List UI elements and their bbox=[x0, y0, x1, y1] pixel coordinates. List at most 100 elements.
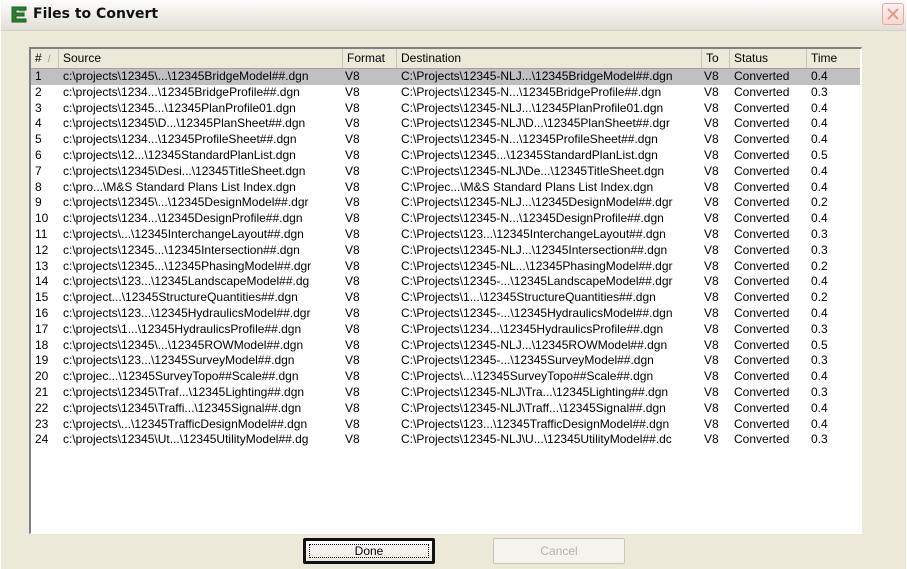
cancel-button[interactable]: Cancel bbox=[493, 538, 625, 564]
table-row[interactable]: 15 c:\project...\12345StructureQuantities… bbox=[31, 290, 860, 306]
format-cell: V8 bbox=[345, 400, 360, 415]
status-cell: Converted bbox=[734, 321, 790, 336]
list-rows: 1 c:\projects\12345\...\12345BridgeModel#… bbox=[31, 69, 860, 448]
table-row[interactable]: 17 c:\projects\1...\12345HydraulicsProfil… bbox=[31, 322, 860, 338]
column-header-source[interactable]: Source bbox=[59, 49, 343, 68]
done-button[interactable]: Done bbox=[303, 538, 435, 564]
to-format-cell: V8 bbox=[704, 195, 719, 210]
source-cell: c:\projects\12345\...\12345ROWModel##.dg… bbox=[63, 337, 304, 352]
time-cell: 0.3 bbox=[811, 384, 828, 399]
status-cell: Converted bbox=[734, 432, 790, 447]
column-header-number-label: # bbox=[35, 51, 42, 65]
format-cell: V8 bbox=[345, 258, 360, 273]
row-number-cell: 8 bbox=[35, 179, 42, 194]
table-row[interactable]: 8 c:\pro...\M&S Standard Plans List Index… bbox=[31, 180, 860, 196]
format-cell: V8 bbox=[345, 384, 360, 399]
table-row[interactable]: 2 c:\projects\1234...\12345BridgeProfile#… bbox=[31, 85, 860, 101]
table-row[interactable]: 4 c:\projects\12345\D...\12345PlanSheet##… bbox=[31, 116, 860, 132]
column-header-format[interactable]: Format bbox=[343, 49, 397, 68]
table-row[interactable]: 14 c:\projects\123...\12345LandscapeModel… bbox=[31, 274, 860, 290]
column-header-to[interactable]: To bbox=[702, 49, 730, 68]
format-cell: V8 bbox=[345, 226, 360, 241]
to-format-cell: V8 bbox=[704, 100, 719, 115]
format-cell: V8 bbox=[345, 305, 360, 320]
table-row[interactable]: 7 c:\projects\12345\Desi...\12345TitleShe… bbox=[31, 164, 860, 180]
to-format-cell: V8 bbox=[704, 353, 719, 368]
to-format-cell: V8 bbox=[704, 226, 719, 241]
status-cell: Converted bbox=[734, 163, 790, 178]
format-cell: V8 bbox=[345, 100, 360, 115]
table-row[interactable]: 10 c:\projects\1234...\12345DesignProfile… bbox=[31, 211, 860, 227]
column-header-status[interactable]: Status bbox=[730, 49, 807, 68]
table-row[interactable]: 16 c:\projects\123...\12345HydraulicsMode… bbox=[31, 306, 860, 322]
time-cell: 0.3 bbox=[811, 353, 828, 368]
time-cell: 0.4 bbox=[811, 69, 828, 83]
status-cell: Converted bbox=[734, 305, 790, 320]
column-header-number[interactable]: # / bbox=[31, 49, 59, 68]
time-cell: 0.2 bbox=[811, 290, 828, 305]
row-number-cell: 10 bbox=[35, 211, 49, 226]
row-number-cell: 5 bbox=[35, 132, 42, 147]
close-button[interactable] bbox=[882, 3, 904, 25]
time-cell: 0.3 bbox=[811, 321, 828, 336]
destination-cell: C:\Projects\12345-NLJ\Traff...\12345Sign… bbox=[401, 400, 666, 415]
time-cell: 0.4 bbox=[811, 132, 828, 147]
table-row[interactable]: 6 c:\projects\12...\12345StandardPlanList… bbox=[31, 148, 860, 164]
status-cell: Converted bbox=[734, 337, 790, 352]
status-cell: Converted bbox=[734, 211, 790, 226]
table-row[interactable]: 13 c:\projects\12345...\12345PhasingModel… bbox=[31, 259, 860, 275]
destination-cell: C:\Projects\12345-N...\12345BridgeProfil… bbox=[401, 84, 662, 99]
row-number-cell: 19 bbox=[35, 353, 49, 368]
source-cell: c:\projec...\12345SurveyTopo##Scale##.dg… bbox=[63, 369, 299, 384]
table-row[interactable]: 22 c:\projects\12345\Traffi...\12345Signa… bbox=[31, 401, 860, 417]
table-row[interactable]: 18 c:\projects\12345\...\12345ROWModel##.… bbox=[31, 338, 860, 354]
files-list-view[interactable]: # / Source Format Destination To Status T… bbox=[29, 47, 862, 534]
destination-cell: C:\Projects\12345-NLJ...\12345Intersecti… bbox=[401, 242, 668, 257]
format-cell: V8 bbox=[345, 290, 360, 305]
table-row[interactable]: 20 c:\projec...\12345SurveyTopo##Scale##.… bbox=[31, 369, 860, 385]
format-cell: V8 bbox=[345, 69, 360, 83]
table-row[interactable]: 23 c:\projects\...\12345TrafficDesignMode… bbox=[31, 417, 860, 433]
table-row[interactable]: 5 c:\projects\1234...\12345ProfileSheet##… bbox=[31, 132, 860, 148]
row-number-cell: 23 bbox=[35, 416, 49, 431]
source-cell: c:\projects\123...\12345LandscapeModel##… bbox=[63, 274, 310, 289]
table-row[interactable]: 9 c:\projects\12345\...\12345DesignModel#… bbox=[31, 195, 860, 211]
status-cell: Converted bbox=[734, 84, 790, 99]
to-format-cell: V8 bbox=[704, 84, 719, 99]
status-cell: Converted bbox=[734, 353, 790, 368]
to-format-cell: V8 bbox=[704, 163, 719, 178]
destination-cell: C:\Projects\123...\12345InterchangeLayou… bbox=[401, 226, 666, 241]
to-format-cell: V8 bbox=[704, 400, 719, 415]
to-format-cell: V8 bbox=[704, 69, 719, 83]
format-cell: V8 bbox=[345, 179, 360, 194]
time-cell: 0.5 bbox=[811, 337, 828, 352]
time-cell: 0.4 bbox=[811, 274, 828, 289]
to-format-cell: V8 bbox=[704, 258, 719, 273]
time-cell: 0.4 bbox=[811, 163, 828, 178]
source-cell: c:\projects\1234...\12345BridgeProfile##… bbox=[63, 84, 300, 99]
status-cell: Converted bbox=[734, 400, 790, 415]
table-row[interactable]: 21 c:\projects\12345\Traf...\12345Lightin… bbox=[31, 385, 860, 401]
row-number-cell: 1 bbox=[35, 69, 42, 83]
status-cell: Converted bbox=[734, 369, 790, 384]
table-row[interactable]: 1 c:\projects\12345\...\12345BridgeModel#… bbox=[31, 69, 860, 85]
source-cell: c:\projects\12345\...\12345BridgeModel##… bbox=[63, 69, 309, 83]
table-row[interactable]: 11 c:\projects\...\12345InterchangeLayout… bbox=[31, 227, 860, 243]
destination-cell: C:\Projects\12345-NL...\12345PhasingMode… bbox=[401, 258, 673, 273]
title-bar[interactable]: Files to Convert bbox=[1, 0, 906, 31]
column-header-time[interactable]: Time bbox=[807, 49, 860, 68]
files-to-convert-dialog: Files to Convert # / Source Format Destin… bbox=[1, 0, 906, 569]
table-row[interactable]: 12 c:\projects\12345...\12345Intersection… bbox=[31, 243, 860, 259]
row-number-cell: 7 bbox=[35, 163, 42, 178]
row-number-cell: 16 bbox=[35, 305, 49, 320]
source-cell: c:\pro...\M&S Standard Plans List Index.… bbox=[63, 179, 296, 194]
to-format-cell: V8 bbox=[704, 211, 719, 226]
table-row[interactable]: 24 c:\projects\12345\Ut...\12345UtilityMo… bbox=[31, 432, 860, 448]
column-header-destination[interactable]: Destination bbox=[397, 49, 702, 68]
table-row[interactable]: 19 c:\projects\123...\12345SurveyModel##.… bbox=[31, 353, 860, 369]
to-format-cell: V8 bbox=[704, 432, 719, 447]
time-cell: 0.4 bbox=[811, 211, 828, 226]
format-cell: V8 bbox=[345, 195, 360, 210]
row-number-cell: 6 bbox=[35, 147, 42, 162]
table-row[interactable]: 3 c:\projects\12345...\12345PlanProfile01… bbox=[31, 101, 860, 117]
